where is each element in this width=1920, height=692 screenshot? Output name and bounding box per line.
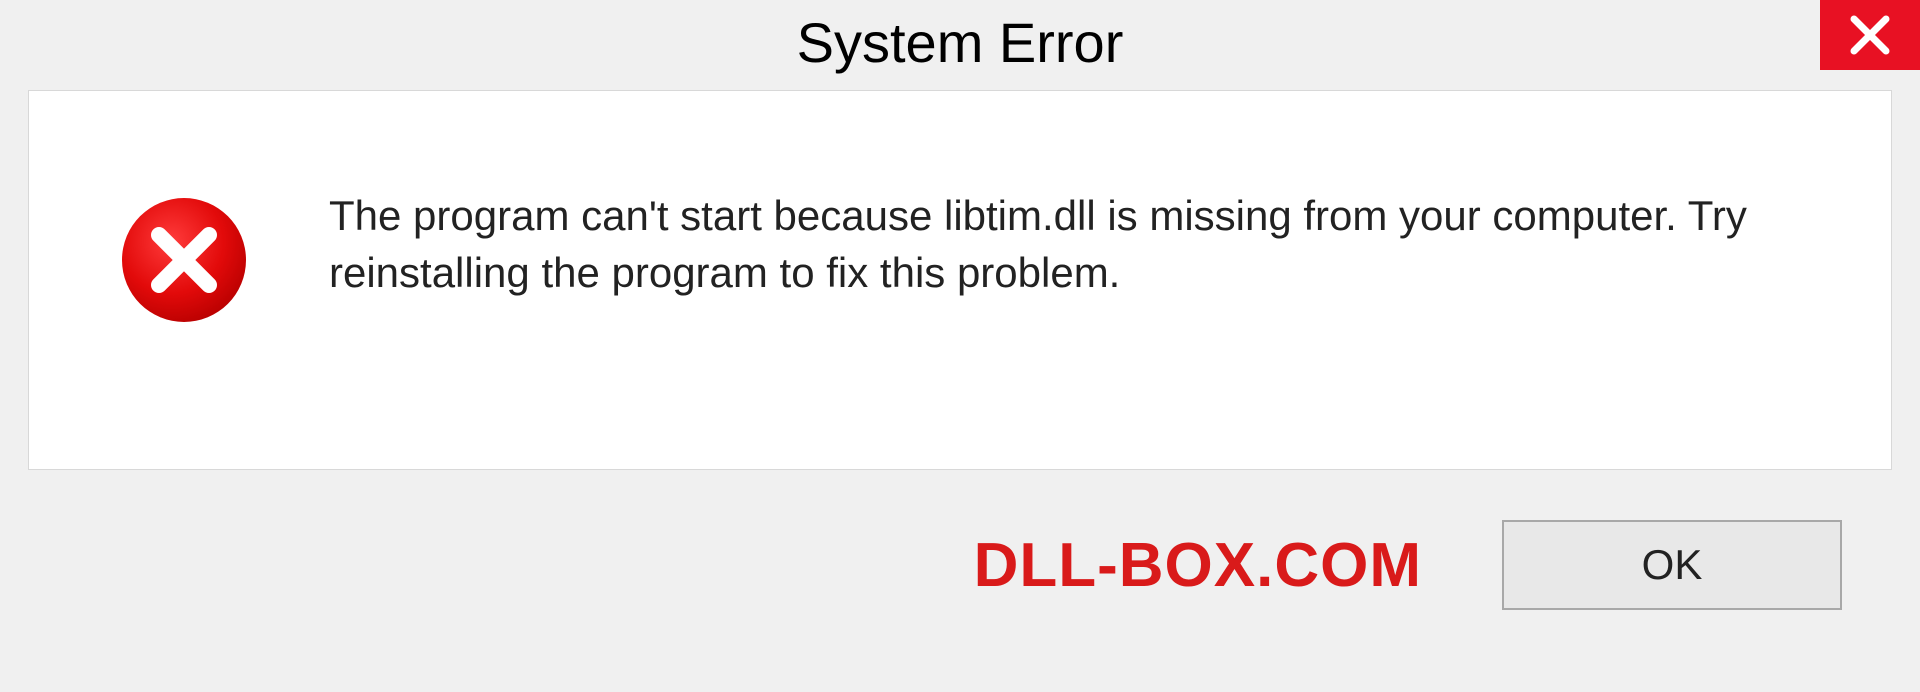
error-icon	[119, 195, 249, 325]
close-button[interactable]	[1820, 0, 1920, 70]
ok-button[interactable]: OK	[1502, 520, 1842, 610]
titlebar: System Error	[0, 0, 1920, 90]
dialog-content: The program can't start because libtim.d…	[28, 90, 1892, 470]
dialog-message: The program can't start because libtim.d…	[329, 188, 1831, 301]
dialog-title: System Error	[797, 10, 1124, 75]
brand-watermark: DLL-BOX.COM	[974, 530, 1422, 601]
close-icon	[1848, 13, 1892, 57]
dialog-footer: DLL-BOX.COM OK	[28, 470, 1892, 660]
